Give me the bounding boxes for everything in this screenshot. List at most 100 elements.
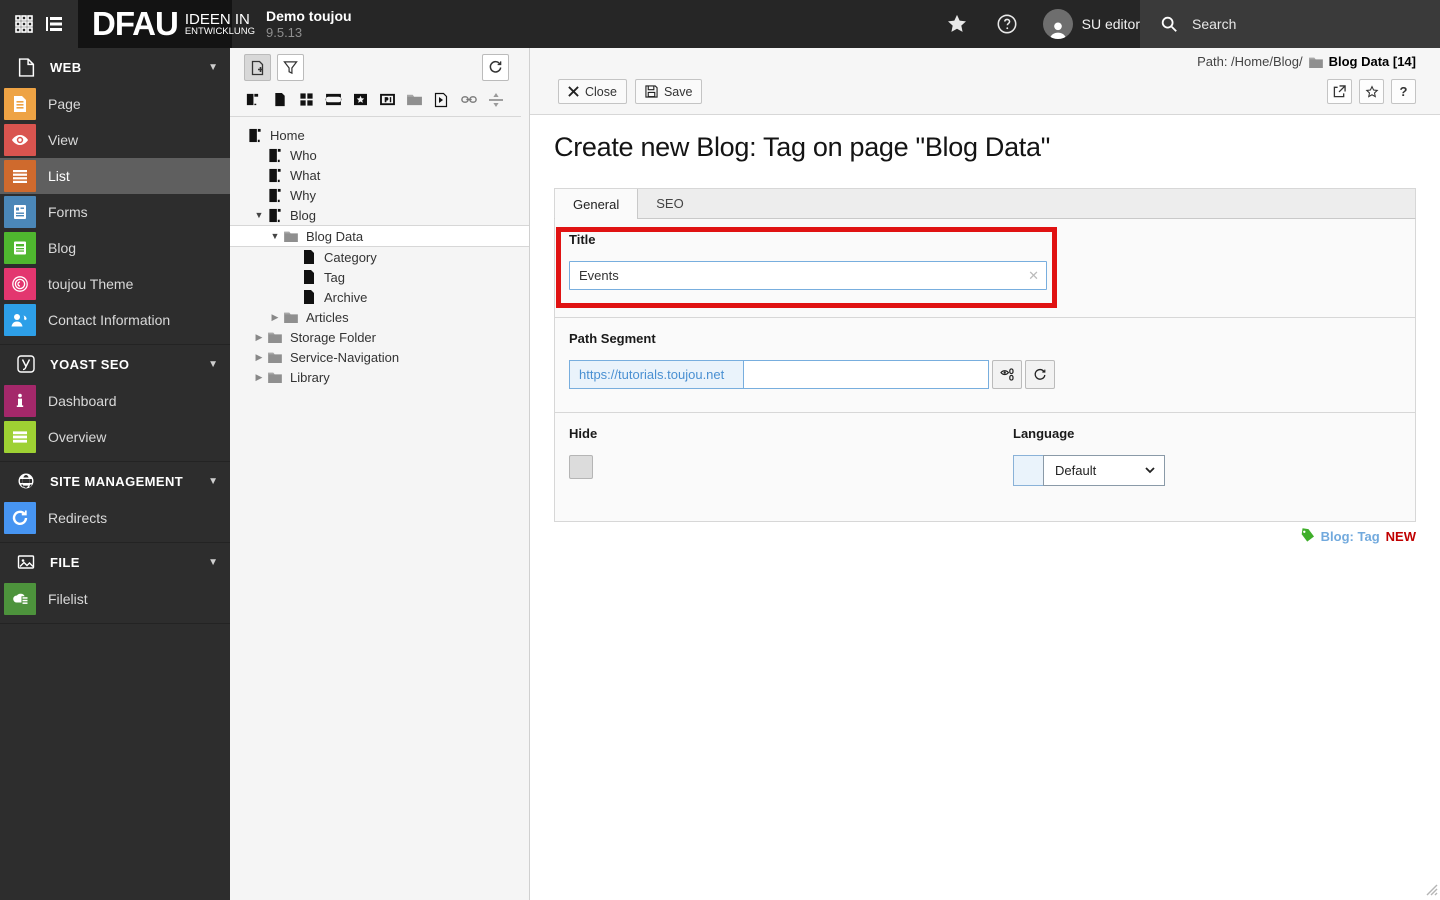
tree-node-label: What	[290, 167, 321, 183]
page-drag-icon[interactable]	[244, 91, 261, 108]
forms-module-icon	[4, 196, 36, 228]
sidebar-item-view[interactable]: View	[0, 122, 230, 158]
tree-node-label: Category	[324, 249, 377, 265]
collapse-icon[interactable]: ▼	[268, 231, 282, 241]
sidebar-item-page[interactable]: Page	[0, 86, 230, 122]
user-menu[interactable]: SU editor	[1042, 9, 1140, 39]
sidebar-item-label: Filelist	[48, 591, 88, 607]
sidebar-item-overview[interactable]: Overview	[0, 419, 230, 455]
tab-seo[interactable]: SEO	[638, 189, 701, 218]
shortcut-grid-drag-icon[interactable]	[298, 91, 315, 108]
expand-icon[interactable]: ▶	[252, 332, 266, 343]
sidebar-item-dashboard[interactable]: Dashboard	[0, 383, 230, 419]
folder-drag-icon[interactable]	[406, 91, 423, 108]
clear-input-icon[interactable]: ✕	[1028, 268, 1039, 284]
language-select[interactable]: Default	[1013, 455, 1165, 486]
resize-handle[interactable]	[1424, 882, 1438, 896]
tree-node-why[interactable]: Why	[230, 185, 529, 205]
spacer-drag-icon[interactable]	[487, 91, 504, 108]
tree-node-category[interactable]: Category	[230, 247, 529, 267]
topbar: DFAU IDEEN IN ENTWICKLUNG Demo toujou 9.…	[0, 0, 1440, 48]
tree-node-blog[interactable]: ▼ Blog	[230, 205, 529, 225]
tree-node-tag[interactable]: Tag	[230, 267, 529, 287]
recycler-drag-icon[interactable]	[379, 91, 396, 108]
module-section-file: FILE ▼ Filelist	[0, 543, 230, 624]
page-icon	[266, 148, 284, 163]
expand-icon[interactable]: ▶	[268, 312, 282, 323]
blank-page-drag-icon[interactable]	[271, 91, 288, 108]
toolbar-search[interactable]: Search	[1140, 0, 1440, 48]
close-button[interactable]: Close	[558, 79, 627, 104]
help-icon[interactable]	[993, 10, 1021, 38]
folder-icon	[282, 311, 300, 323]
tree-node-what[interactable]: What	[230, 165, 529, 185]
dfau-logo[interactable]: DFAU IDEEN IN ENTWICKLUNG	[78, 0, 255, 48]
new-page-button[interactable]	[244, 54, 271, 81]
bookmark-star-icon[interactable]	[943, 10, 971, 38]
tree-node-service-navigation[interactable]: ▶ Service-Navigation	[230, 347, 529, 367]
chevron-down-icon: ▼	[208, 61, 218, 73]
shortcut-page-drag-icon[interactable]	[433, 91, 450, 108]
docheader-help-button[interactable]: ?	[1391, 79, 1416, 104]
module-section-yoast: YOAST SEO ▼ Dashboard Overview	[0, 345, 230, 462]
record-type-label: Blog: Tag	[1320, 528, 1380, 544]
tree-node-archive[interactable]: Archive	[230, 287, 529, 307]
expand-icon[interactable]: ▶	[252, 372, 266, 383]
sidebar-item-blog[interactable]: Blog	[0, 230, 230, 266]
sidebar-item-filelist[interactable]: Filelist	[0, 581, 230, 617]
tree-node-who[interactable]: Who	[230, 145, 529, 165]
logo-claim-line1: IDEEN IN	[184, 10, 250, 28]
language-flag-addon	[1013, 455, 1043, 486]
sidebar-item-forms[interactable]: Forms	[0, 194, 230, 230]
sidebar-item-toujou-theme[interactable]: toujou Theme	[0, 266, 230, 302]
language-selected-value: Default	[1055, 463, 1097, 478]
mountpoint-drag-icon[interactable]	[325, 91, 342, 108]
tree-node-articles[interactable]: ▶ Articles	[230, 307, 529, 327]
sidebar-item-contact-information[interactable]: Contact Information	[0, 302, 230, 338]
title-input[interactable]	[569, 261, 1047, 290]
tree-node-storage-folder[interactable]: ▶ Storage Folder	[230, 327, 529, 347]
hide-field-label: Hide	[569, 426, 598, 441]
section-header-file[interactable]: FILE ▼	[0, 543, 230, 581]
recalculate-slug-button[interactable]	[1025, 360, 1055, 389]
save-label: Save	[663, 84, 693, 99]
close-icon	[568, 86, 579, 97]
special-star-drag-icon[interactable]	[352, 91, 369, 108]
edit-slug-button[interactable]	[992, 360, 1022, 389]
slug-input[interactable]	[744, 360, 989, 389]
section-header-site-management[interactable]: SITE MANAGEMENT ▼	[0, 462, 230, 500]
sidebar-item-list[interactable]: List	[0, 158, 230, 194]
tree-node-blog-data[interactable]: ▼ Blog Data	[230, 225, 529, 247]
chevron-down-icon: ▼	[208, 358, 218, 370]
collapse-icon[interactable]: ▼	[252, 210, 266, 220]
close-label: Close	[585, 84, 617, 99]
section-header-yoast-seo[interactable]: YOAST SEO ▼	[0, 345, 230, 383]
tab-bar: General SEO	[554, 188, 1416, 219]
save-button[interactable]: Save	[634, 79, 703, 104]
chevron-down-icon: ▼	[208, 475, 218, 487]
refresh-button[interactable]	[482, 54, 509, 81]
page-icon	[266, 168, 284, 183]
tree-node-label: Storage Folder	[290, 329, 376, 345]
modules-grid-icon[interactable]	[10, 10, 38, 38]
sidebar-item-label: Dashboard	[48, 393, 117, 409]
hide-checkbox[interactable]	[569, 455, 593, 479]
logo-text: DFAU	[92, 5, 179, 42]
site-name: Demo toujou	[266, 8, 352, 24]
filter-button[interactable]	[277, 54, 304, 81]
pagetree-toggle-icon[interactable]	[40, 10, 68, 38]
section-header-web[interactable]: WEB ▼	[0, 48, 230, 86]
tab-general[interactable]: General	[555, 189, 639, 219]
view-eye-icon	[4, 124, 36, 156]
page-tree-panel: Home Who What Why ▼ Blog ▼ Blog Data Cat…	[230, 48, 530, 900]
open-in-new-button[interactable]	[1327, 79, 1352, 104]
tree-node-label: Blog	[290, 207, 317, 223]
page-icon	[246, 128, 264, 143]
bookmark-button[interactable]	[1359, 79, 1384, 104]
expand-icon[interactable]: ▶	[252, 352, 266, 363]
sidebar-item-label: List	[48, 168, 70, 184]
tree-node-home[interactable]: Home	[230, 125, 529, 145]
tree-node-library[interactable]: ▶ Library	[230, 367, 529, 387]
sidebar-item-redirects[interactable]: Redirects	[0, 500, 230, 536]
external-link-drag-icon[interactable]	[460, 91, 477, 108]
